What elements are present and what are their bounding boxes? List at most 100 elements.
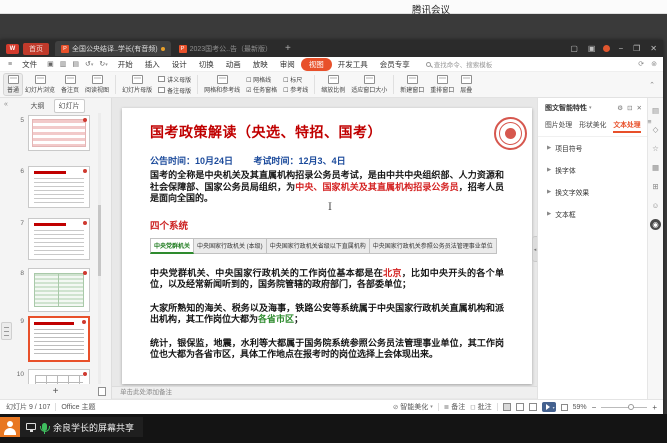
restore-button[interactable]: ❐	[631, 44, 642, 53]
menu-item[interactable]: 开发工具	[332, 58, 374, 71]
system-tab[interactable]: 中央国家行政机关参照公务员法管理事业单位	[370, 238, 497, 254]
zoom-in-button[interactable]: +	[652, 403, 657, 412]
ribbon-slide-master[interactable]: 幻灯片母版	[119, 74, 155, 95]
slide-thumbnail[interactable]: 10	[12, 369, 111, 384]
sharer-avatar[interactable]	[0, 417, 20, 437]
clipboard-icon[interactable]: ▦	[650, 162, 661, 173]
panel-item[interactable]: ▶项目符号	[538, 137, 647, 159]
play-slideshow-button[interactable]	[542, 402, 556, 412]
slide-paragraph-1[interactable]: 国考的全称是中央机关及其直属机构招录公务员考试，是由中共中央组织部、人力资源和社…	[150, 170, 504, 205]
favorites-icon[interactable]: ☆	[650, 143, 661, 154]
menu-icon[interactable]: ≡	[6, 61, 14, 68]
zoom-level[interactable]: 59%	[573, 404, 587, 411]
panel-tab[interactable]: 图片处理	[545, 119, 572, 133]
ribbon-notes-master[interactable]: 备注母版	[158, 86, 191, 95]
wps-logo-icon[interactable]: W	[6, 44, 19, 54]
notes-placeholder[interactable]: 单击此处添加备注	[112, 386, 537, 398]
layout-switch-icon[interactable]: ▢	[568, 44, 580, 53]
fit-window-icon[interactable]	[561, 404, 568, 411]
screen-share-badge[interactable]: 余良学长的屏幕共享	[20, 417, 143, 437]
slide-paragraph-3[interactable]: 大家所熟知的海关、税务以及海事，铁路公安等系统属于中央国家行政机关直属机构和派出…	[150, 303, 504, 326]
menu-item[interactable]: 切换	[193, 58, 220, 71]
panel-item[interactable]: ▶换字体	[538, 159, 647, 181]
tab-slides[interactable]: 幻灯片	[54, 99, 85, 113]
slide-paragraph-2[interactable]: 中央党群机关、中央国家行政机关的工作岗位基本都是在北京，比如中央开头的各个单位，…	[150, 268, 504, 291]
menu-item[interactable]: 设计	[166, 58, 193, 71]
slide-thumbnail[interactable]: 9	[12, 316, 111, 362]
split-view-icon[interactable]	[98, 387, 106, 396]
ribbon-cascade[interactable]: 层叠	[457, 74, 475, 95]
slide-sorter-view-button[interactable]	[516, 403, 524, 411]
comments-toggle[interactable]: ◻ 批注	[470, 402, 491, 412]
panel-tab[interactable]: 文本处理	[613, 119, 640, 133]
slide-thumbnail[interactable]: 6	[12, 166, 111, 208]
document-tab[interactable]: P全国公央结译..学长(有音频)	[55, 41, 171, 56]
menu-item[interactable]: 插入	[139, 58, 166, 71]
emoji-icon[interactable]: ☺	[650, 200, 661, 211]
undo-icon[interactable]: ↺▾	[83, 60, 95, 68]
props-icon[interactable]: ▤	[650, 105, 661, 116]
shapes-icon[interactable]: ◇	[650, 124, 661, 135]
workspace-icon[interactable]: ▣	[586, 44, 598, 53]
close-panel-icon[interactable]: ✕	[637, 104, 642, 112]
tab-outline[interactable]: 大纲	[27, 100, 49, 112]
menu-item[interactable]: 放映	[247, 58, 274, 71]
close-button[interactable]: ✕	[648, 44, 659, 53]
preview-icon[interactable]: ▤	[70, 60, 81, 68]
checkbox-网格线[interactable]: ☐ 网格线	[246, 75, 277, 84]
panel-item[interactable]: ▶换文字效果	[538, 181, 647, 203]
zoom-slider-knob[interactable]	[628, 404, 634, 410]
system-tab[interactable]: 中央党群机关	[150, 238, 194, 254]
pin-icon[interactable]: ⊡	[627, 104, 632, 112]
ribbon-arrange-windows[interactable]: 重排窗口	[427, 74, 457, 95]
zoom-slider[interactable]	[601, 407, 647, 408]
slide-thumbnail[interactable]: 7	[12, 218, 111, 260]
chevron-down-icon[interactable]: ▾	[589, 105, 592, 111]
ribbon-zoom-ratio[interactable]: 缩放比例	[318, 74, 348, 95]
slide-section-heading[interactable]: 四个系统	[150, 218, 504, 232]
system-tab[interactable]: 中央国家行政机关 (本级)	[194, 238, 267, 254]
zoom-out-button[interactable]: −	[592, 403, 597, 412]
system-tab[interactable]: 中央国家行政机关省级以下直属机构	[267, 238, 370, 254]
print-icon[interactable]: ▥	[58, 60, 69, 68]
panel-tab[interactable]: 形状美化	[579, 119, 606, 133]
file-menu[interactable]: 文件	[16, 58, 43, 71]
collapse-panel-icon[interactable]: «	[4, 101, 8, 108]
assistant-icon[interactable]: ◉	[650, 219, 661, 230]
ribbon-handout-master[interactable]: 讲义母版	[158, 75, 191, 84]
checkbox-任务窗格[interactable]: ☑ 任务窗格	[246, 85, 277, 94]
notify-icon[interactable]: ⊚	[651, 60, 657, 68]
panel-item[interactable]: ▶文本框	[538, 203, 647, 225]
more-tabs-icon[interactable]: ≡	[648, 119, 652, 133]
ribbon-new-window[interactable]: 新建窗口	[397, 74, 427, 95]
thumbnail-scrollbar[interactable]	[98, 113, 101, 384]
ribbon-fit-window[interactable]: 适应窗口大小	[348, 74, 390, 95]
menu-item[interactable]: 动画	[220, 58, 247, 71]
collapse-ribbon-icon[interactable]: ⌃	[649, 81, 659, 89]
home-tab[interactable]: 首页	[23, 43, 49, 55]
normal-view-button[interactable]	[503, 403, 511, 411]
ribbon-grid-guides[interactable]: 网格和参考线	[201, 74, 243, 95]
sync-icon[interactable]: ⟳	[638, 60, 644, 68]
notes-toggle[interactable]: ≣ 备注	[444, 402, 465, 412]
command-search[interactable]: 查找命令、搜索模板	[426, 59, 493, 69]
redo-icon[interactable]: ↻▾	[97, 60, 109, 68]
smart-beautify-button[interactable]: ⊘ 智能美化 ▾	[393, 402, 433, 412]
slide-meta-line[interactable]: 公告时间：10月24日 考试时间：12月3、4日	[150, 154, 504, 167]
add-slide-button[interactable]: +	[53, 386, 59, 397]
slide-thumbnail[interactable]: 8	[12, 268, 111, 312]
new-tab-button[interactable]: +	[280, 43, 296, 54]
theme-name[interactable]: Office 主题	[61, 402, 95, 412]
ribbon-normal-view[interactable]: 普通	[4, 74, 22, 95]
save-icon[interactable]: ▣	[45, 60, 56, 68]
document-tab[interactable]: P2023国考公..告（最新版）	[173, 41, 278, 56]
slide-title[interactable]: 国考政策解读（央选、特招、国考）	[150, 122, 504, 142]
ribbon-reading-view[interactable]: 阅读视图	[82, 74, 112, 95]
ribbon-notes-page[interactable]: 备注页	[58, 74, 82, 95]
menu-item[interactable]: 会员专享	[374, 58, 416, 71]
checkbox-标尺[interactable]: ☐ 标尺	[283, 75, 308, 84]
slide-thumbnail[interactable]: 5	[12, 115, 111, 151]
gear-icon[interactable]: ⚙	[617, 104, 623, 112]
menu-active[interactable]: 视图	[301, 58, 332, 71]
reading-view-button[interactable]	[529, 403, 537, 411]
